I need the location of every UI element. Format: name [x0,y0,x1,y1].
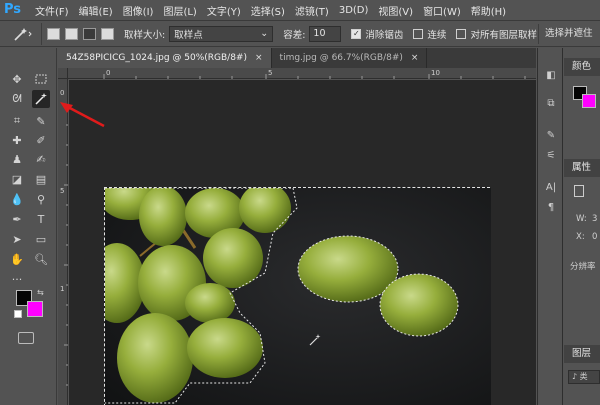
prop-x-label: X: [576,232,585,242]
layer-comps-icon[interactable]: ⧉ [543,96,559,110]
sample-size-label: 取样大小: [124,29,166,41]
grapes-photo [89,176,491,405]
quick-mask-icon[interactable] [18,332,34,344]
anti-alias-label: 消除锯齿 [365,29,404,41]
tool-preset-picker[interactable] [4,22,42,45]
zoom-tool-icon[interactable]: 🔍︎ [32,250,50,268]
path-selection-tool-icon[interactable]: ➤ [8,230,26,248]
right-panels: 颜色 属性 W: 3 X: 0 分辨率 图层 ♪ 类 [564,48,600,405]
adjustments-icon[interactable]: ⚟ [543,148,559,162]
gradient-tool-icon[interactable]: ▤ [32,170,50,188]
prop-x-value[interactable]: 0 [592,232,597,242]
close-icon[interactable]: × [255,53,263,63]
ruler-ticks [103,74,526,79]
history-brush-tool-icon[interactable]: ✍ [32,150,50,168]
new-selection-mode[interactable] [47,27,60,40]
contiguous-label: 连续 [427,29,447,41]
photoshop-logo: Ps [4,2,22,17]
swap-colors-icon[interactable]: ⇆ [37,288,44,297]
prop-w-label: W: [576,214,587,224]
document-canvas[interactable] [89,176,491,405]
clone-stamp-tool-icon[interactable]: ♟ [8,150,26,168]
document-icon [574,185,584,197]
paragraph-panel-icon[interactable]: ¶ [543,200,559,214]
background-color-swatch[interactable] [27,301,43,317]
color-panel-bg-swatch[interactable] [582,94,596,108]
add-selection-mode[interactable] [65,27,78,40]
character-panel-icon[interactable]: A| [543,180,559,194]
rect-marquee-icon [35,74,47,84]
menu-help[interactable]: 帮助(H) [466,3,511,18]
shape-tool-icon[interactable]: ▭ [32,230,50,248]
history-panel-icon[interactable]: ◧ [543,68,559,82]
menu-image[interactable]: 图像(I) [118,3,159,18]
canvas-area[interactable] [69,80,536,405]
blur-tool-icon[interactable]: 💧 [8,190,26,208]
horizontal-ruler[interactable]: 0 5 10 [68,68,536,79]
lasso-tool-icon[interactable]: ᘛ [8,90,26,108]
pen-tool-icon[interactable]: ✒ [8,210,26,228]
close-icon[interactable]: × [411,53,419,63]
annotation-arrow-icon [60,102,105,128]
move-tool-icon[interactable]: ✥ [8,70,26,88]
sample-all-layers-label: 对所有图层取样 [470,29,537,41]
chevron-down-icon: ⌄ [260,28,269,39]
eyedropper-tool-icon[interactable]: ✎ [32,112,50,130]
resolution-label: 分辨率 [570,262,596,272]
tools-panel: ✥ ᘛ ⌗ ✎ ✚ ✐ ♟ ✍ ◪ ▤ 💧 ⚲ ✒ T ➤ ▭ ✋ 🔍︎ ···… [0,48,57,405]
tab-label: 54Z58PICICG_1024.jpg @ 50%(RGB/8#) [66,53,247,63]
sample-size-select[interactable]: 取样点 ⌄ [169,25,274,42]
magic-wand-tool-icon[interactable] [32,90,50,108]
menu-window[interactable]: 窗口(W) [418,3,466,18]
document-tabs: 54Z58PICICG_1024.jpg @ 50%(RGB/8#) × tim… [58,48,536,68]
tolerance-label: 容差: [283,29,306,41]
crop-tool-icon[interactable]: ⌗ [8,112,26,130]
sample-all-layers-checkbox[interactable] [456,28,467,39]
tab-document-1[interactable]: 54Z58PICICG_1024.jpg @ 50%(RGB/8#) × [58,48,272,68]
dodge-tool-icon[interactable]: ⚲ [32,190,50,208]
properties-panel-title[interactable]: 属性 [564,159,600,177]
anti-alias-checkbox[interactable]: ✓ [351,28,362,39]
menu-3d[interactable]: 3D(D) [334,5,374,16]
contiguous-checkbox[interactable] [413,28,424,39]
magic-wand-icon [35,93,47,105]
subtract-selection-mode[interactable] [83,27,96,40]
prop-w-value[interactable]: 3 [592,214,597,224]
options-bar: 取样大小: 取样点 ⌄ 容差: 10 ✓ 消除锯齿 连续 对所有图层取样 选择并… [0,20,600,47]
tab-label: timg.jpg @ 66.7%(RGB/8#) [279,53,403,63]
select-and-mask-button[interactable]: 选择并遮住 [538,24,600,44]
tolerance-input[interactable]: 10 [309,25,342,42]
healing-brush-tool-icon[interactable]: ✚ [8,131,26,149]
menu-bar: Ps 文件(F) 编辑(E) 图像(I) 图层(L) 文字(Y) 选择(S) 滤… [0,0,600,20]
menu-edit[interactable]: 编辑(E) [74,3,118,18]
brush-tool-icon[interactable]: ✐ [32,131,50,149]
brush-settings-icon[interactable]: ✎ [543,128,559,142]
magic-wand-icon [13,27,32,41]
menu-view[interactable]: 视图(V) [373,3,418,18]
menu-layer[interactable]: 图层(L) [158,3,201,18]
marquee-tool-icon[interactable] [32,70,50,88]
menu-filter[interactable]: 滤镜(T) [290,3,334,18]
type-tool-icon[interactable]: T [32,210,50,228]
color-panel-title[interactable]: 颜色 [564,58,600,76]
panel-icon-strip: ◧ ⧉ ✎ ⚟ A| ¶ [537,48,563,405]
default-colors-icon[interactable] [14,310,22,318]
menu-type[interactable]: 文字(Y) [202,3,246,18]
layers-filter-input[interactable]: ♪ 类 [568,370,600,384]
sample-size-value: 取样点 [174,29,203,41]
layers-panel-title[interactable]: 图层 [564,345,600,363]
intersect-selection-mode[interactable] [101,27,114,40]
menu-select[interactable]: 选择(S) [246,3,290,18]
eraser-tool-icon[interactable]: ◪ [8,170,26,188]
menu-file[interactable]: 文件(F) [30,3,74,18]
hand-tool-icon[interactable]: ✋ [8,250,26,268]
tab-document-2[interactable]: timg.jpg @ 66.7%(RGB/8#) × [272,48,428,68]
more-tools-icon[interactable]: ··· [8,270,26,288]
ruler-origin[interactable] [58,68,68,79]
